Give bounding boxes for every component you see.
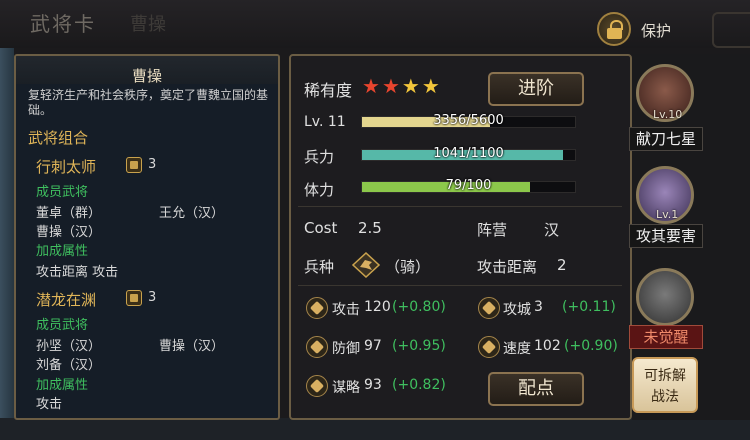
strategy-bonus: (+0.82) (392, 377, 446, 393)
stamina-text: 79/100 (445, 178, 492, 193)
level-label: Lv. 11 (304, 114, 346, 130)
speed-icon (478, 336, 500, 358)
siege-bonus: (+0.11) (562, 299, 616, 315)
combo-card-icon (126, 290, 142, 306)
camp-value: 汉 (544, 221, 560, 239)
troops-bar: 1041/1100 (361, 146, 576, 161)
members-heading: 成员武将 (36, 185, 89, 200)
camp-label: 阵营 (477, 221, 508, 239)
page-title: 武将卡 (30, 12, 96, 36)
page-subtitle: 曹操 (130, 14, 166, 35)
range-value: 2 (557, 256, 567, 274)
unit-type-value: （骑） (385, 258, 431, 276)
attack-icon (306, 297, 328, 319)
level-bar: 3356/5600 (361, 113, 576, 128)
defense-value: 97 (364, 338, 382, 354)
rarity-star-icon: ★ (362, 74, 380, 98)
stamina-bar: 79/100 (361, 178, 576, 193)
skill-3-icon[interactable] (636, 268, 694, 326)
range-label: 攻击距离 (477, 258, 538, 276)
siege-value: 3 (534, 299, 543, 315)
bonus-text: 攻击 (36, 397, 63, 412)
combos-heading: 武将组合 (28, 129, 89, 147)
member-item: 王允（汉） (159, 206, 225, 221)
lock-button[interactable] (597, 12, 631, 46)
combo-count: 3 (148, 157, 157, 172)
troops-text: 1041/1100 (433, 146, 504, 161)
cost-label: Cost (304, 219, 338, 237)
top-bar (0, 0, 750, 48)
allocate-points-button[interactable]: 配点 (488, 372, 584, 406)
member-item: 董卓（群） (36, 206, 102, 221)
rarity-star-icon: ★ (401, 74, 420, 98)
cavalry-icon (351, 251, 381, 279)
speed-bonus: (+0.90) (564, 338, 618, 354)
speed-value: 102 (534, 338, 561, 354)
cost-value: 2.5 (358, 219, 382, 237)
member-item: 孙坚（汉） (36, 339, 102, 354)
unit-type-label: 兵种 (304, 258, 335, 276)
defense-icon (306, 336, 328, 358)
background-bottom (0, 418, 750, 440)
protect-label[interactable]: 保护 (641, 20, 671, 41)
strategy-value: 93 (364, 377, 382, 393)
skill-3-status[interactable]: 未觉醒 (629, 325, 703, 349)
attack-bonus: (+0.80) (392, 299, 446, 315)
member-item: 刘备（汉） (36, 358, 102, 373)
dismantle-skill-button[interactable]: 可拆解 战法 (632, 357, 698, 413)
member-item: 曹操（汉） (36, 225, 102, 240)
divider (298, 285, 622, 286)
skill-2-name[interactable]: 攻其要害 (629, 224, 703, 248)
stamina-label: 体力 (304, 181, 335, 199)
troops-label: 兵力 (304, 148, 335, 166)
dismantle-line1: 可拆解 (644, 368, 686, 384)
siege-label: 攻城 (503, 302, 531, 318)
rarity-label: 稀有度 (304, 81, 353, 100)
siege-icon (478, 297, 500, 319)
speed-label: 速度 (503, 341, 531, 357)
rarity-star-icon: ★ (421, 74, 440, 98)
general-info-panel[interactable]: 曹操 复轻济生产和社会秩序，奠定了曹魏立国的基础。 武将组合 行刺太师 3 成员… (14, 54, 280, 420)
combo-count: 3 (148, 290, 157, 305)
stats-panel (289, 54, 632, 420)
members-heading: 成员武将 (36, 318, 89, 333)
bonus-heading: 加成属性 (36, 378, 89, 393)
skill-1-level: Lv.10 (653, 108, 683, 121)
dismantle-line2: 战法 (651, 389, 679, 405)
skill-1-name[interactable]: 献刀七星 (629, 127, 703, 151)
rarity-star-icon: ★ (381, 74, 400, 98)
member-item: 曹操（汉） (159, 339, 225, 354)
general-description: 复轻济生产和社会秩序，奠定了曹魏立国的基础。 (28, 88, 269, 117)
bonus-heading: 加成属性 (36, 244, 89, 259)
bonus-text: 攻击距离 攻击 (36, 265, 119, 280)
advance-button[interactable]: 进阶 (488, 72, 584, 106)
strategy-label: 谋略 (332, 380, 360, 396)
attack-value: 120 (364, 299, 391, 315)
general-name: 曹操 (131, 67, 162, 85)
combo-name: 潜龙在渊 (36, 291, 97, 309)
combo-card-icon (126, 157, 142, 173)
combo-name: 行刺太师 (36, 158, 97, 176)
divider (298, 206, 622, 207)
defense-label: 防御 (332, 341, 360, 357)
skill-2-level: Lv.1 (656, 208, 679, 221)
level-exp-text: 3356/5600 (433, 113, 504, 128)
strategy-icon (306, 375, 328, 397)
background-art (0, 48, 14, 440)
attack-label: 攻击 (332, 302, 360, 318)
close-frame[interactable] (712, 12, 750, 48)
defense-bonus: (+0.95) (392, 338, 446, 354)
rarity-stars: ★ ★ ★ ★ (362, 76, 462, 98)
